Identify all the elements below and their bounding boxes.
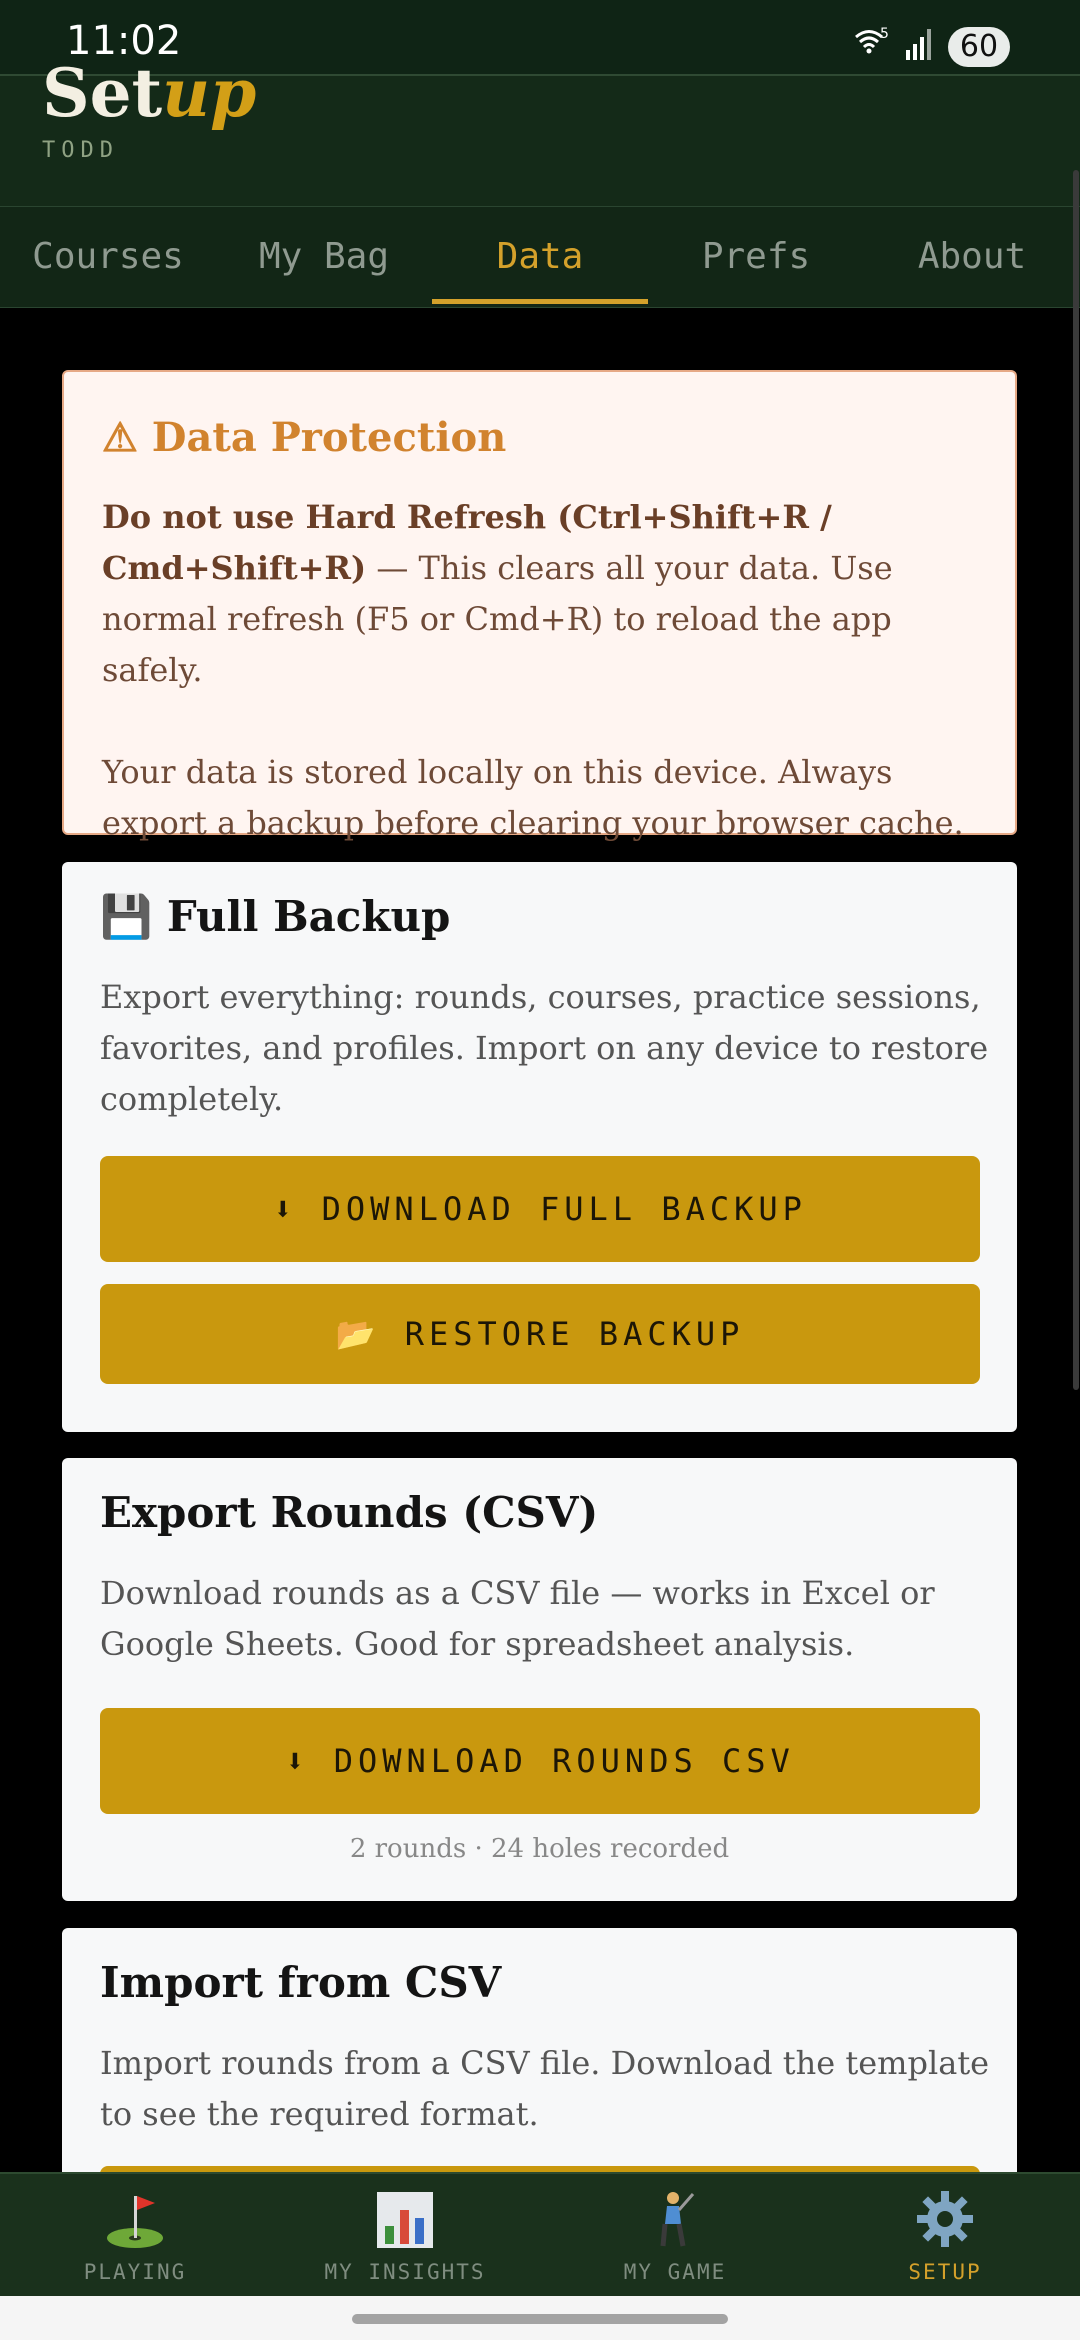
nav-playing-label: PLAYING [83,2260,187,2284]
wifi-badge: 5 [880,26,889,42]
import-title: Import from CSV [100,1958,502,2007]
backup-description: Export everything: rounds, courses, prac… [100,978,989,1118]
restore-backup-button[interactable]: 📂 RESTORE BACKUP [100,1284,980,1384]
nav-my-insights[interactable]: MY INSIGHTS [270,2174,540,2298]
user-name: TODD [42,138,119,163]
golf-flag-icon [107,2196,163,2248]
active-tab-indicator [432,299,648,304]
export-title: Export Rounds (CSV) [100,1488,599,1537]
tab-data[interactable]: Data [432,207,648,307]
nav-my-game-label: MY GAME [623,2260,727,2284]
scrollbar[interactable] [1073,170,1079,1390]
tab-my-bag[interactable]: My Bag [216,207,432,307]
download-rounds-csv-button[interactable]: ⬇ DOWNLOAD ROUNDS CSV [100,1708,980,1814]
alert-storage-text: Your data is stored locally on this devi… [102,753,964,842]
bar-chart-icon [377,2192,433,2248]
alert-title: Data Protection [151,414,507,461]
restore-backup-label: RESTORE BACKUP [404,1315,745,1353]
warning-icon: ⚠ [102,414,138,461]
battery-indicator: 60 [948,27,1010,67]
tab-prefs[interactable]: Prefs [648,207,864,307]
rounds-summary: 2 rounds · 24 holes recorded [349,1834,730,1864]
signal-icon [906,29,931,60]
page-title: Setup [42,50,256,136]
import-description: Import rounds from a CSV file. Download … [100,2044,990,2133]
alert-body: Do not use Hard Refresh (Ctrl+Shift+R / … [102,492,982,849]
backup-title-row: 💾 Full Backup [100,892,450,942]
nav-my-insights-label: MY INSIGHTS [324,2260,486,2284]
full-backup-card: 💾 Full Backup Export everything: rounds,… [62,862,1017,1432]
data-protection-alert: ⚠ Data Protection Do not use Hard Refres… [62,370,1017,842]
bottom-nav: PLAYING MY INSIGHTS MY GAME SETUP [0,2172,1080,2298]
golfer-icon [660,2192,695,2247]
export-description: Download rounds as a CSV file — works in… [100,1574,935,1663]
folder-icon: 📂 [335,1315,381,1353]
nav-setup[interactable]: SETUP [810,2174,1080,2298]
alert-title-row: ⚠ Data Protection [102,414,506,461]
title-main: Set [42,54,163,132]
gear-icon [917,2191,973,2247]
tab-courses[interactable]: Courses [0,207,216,307]
nav-my-game[interactable]: MY GAME [540,2174,810,2298]
tab-about[interactable]: About [864,207,1080,307]
nav-playing[interactable]: PLAYING [0,2174,270,2298]
title-accent: up [162,54,257,132]
home-indicator[interactable] [352,2314,728,2324]
tab-bar: Courses My Bag Data Prefs About [0,206,1080,308]
download-full-backup-button[interactable]: ⬇ DOWNLOAD FULL BACKUP [100,1156,980,1262]
import-csv-card: Import from CSV Import rounds from a CSV… [62,1928,1017,2206]
floppy-disk-icon: 💾 [100,892,153,941]
nav-setup-label: SETUP [908,2260,982,2284]
gesture-bar-area [0,2296,1080,2340]
export-rounds-card: Export Rounds (CSV) Download rounds as a… [62,1458,1017,1901]
backup-title: Full Backup [166,892,451,941]
